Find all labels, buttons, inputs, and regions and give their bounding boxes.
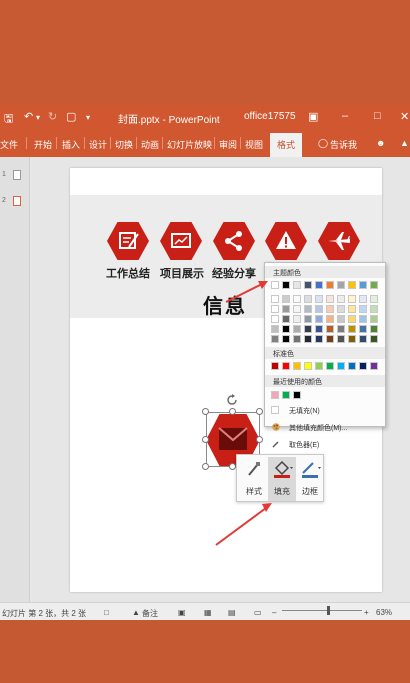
slideshow-view-icon[interactable]: ▭ (254, 608, 262, 617)
zoom-out-icon[interactable]: – (272, 608, 276, 617)
slide-counter: 幻灯片 第 2 张，共 2 张 (2, 609, 87, 618)
outer-frame-bottom (0, 620, 410, 683)
zoom-percent[interactable]: 63% (376, 608, 392, 617)
reading-view-icon[interactable]: ▤ (228, 608, 236, 617)
annotation-arrows (215, 281, 272, 546)
status-bar: 幻灯片 第 2 张，共 2 张 □ ▲ 备注 ▣ ▦ ▤ ▭ – + 63% (0, 602, 410, 620)
zoom-in-icon[interactable]: + (364, 608, 369, 617)
accessibility-icon[interactable]: □ (104, 608, 109, 617)
slide-sorter-icon[interactable]: ▦ (204, 608, 212, 617)
notes-button[interactable]: 备注 (142, 608, 158, 619)
zoom-slider-track[interactable] (282, 610, 362, 611)
normal-view-icon[interactable]: ▣ (178, 608, 186, 617)
zoom-slider-thumb[interactable] (327, 606, 330, 615)
notes-icon[interactable]: ▲ (132, 608, 140, 617)
